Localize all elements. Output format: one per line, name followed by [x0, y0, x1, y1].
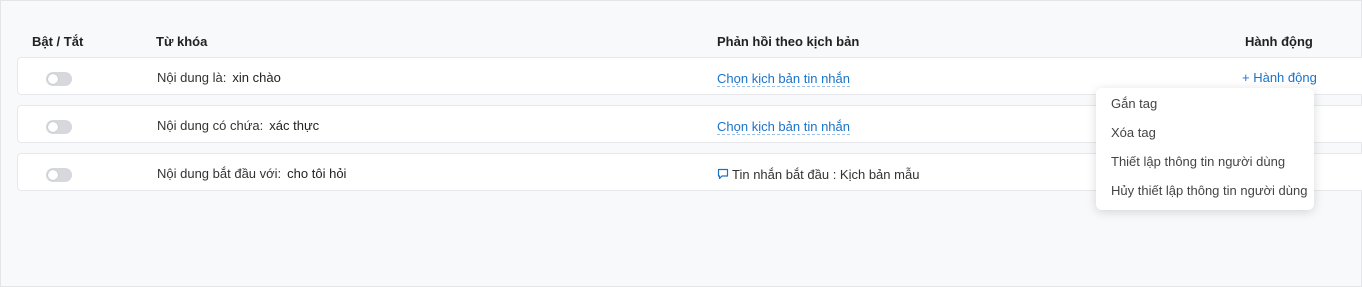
chat-bubble-icon — [717, 168, 729, 183]
table-header: Bật / Tắt Từ khóa Phản hồi theo kịch bản… — [1, 34, 1361, 50]
menu-item-add-tag[interactable]: Gắn tag — [1096, 93, 1314, 122]
header-toggle: Bật / Tắt — [32, 34, 84, 49]
menu-item-remove-tag[interactable]: Xóa tag — [1096, 122, 1314, 151]
keyword-cell: Nội dung là: xin chào — [157, 70, 281, 85]
header-action: Hành động — [1245, 34, 1313, 49]
header-keyword: Từ khóa — [156, 34, 208, 49]
enable-toggle[interactable] — [46, 168, 72, 182]
response-cell: Chọn kịch bản tin nhắn — [717, 71, 850, 87]
menu-item-set-user-info[interactable]: Thiết lập thông tin người dùng — [1096, 151, 1314, 180]
response-text[interactable]: Tin nhắn bắt đầu : Kịch bản mẫu — [732, 167, 919, 182]
choose-script-link[interactable]: Chọn kịch bản tin nhắn — [717, 71, 850, 87]
response-cell: Chọn kịch bản tin nhắn — [717, 119, 850, 135]
header-response: Phản hồi theo kịch bản — [717, 34, 860, 49]
enable-toggle[interactable] — [46, 120, 72, 134]
keyword-label: Nội dung là: — [157, 70, 227, 85]
add-action-button[interactable]: + Hành động — [1242, 70, 1317, 85]
choose-script-link[interactable]: Chọn kịch bản tin nhắn — [717, 119, 850, 135]
enable-toggle[interactable] — [46, 72, 72, 86]
keyword-value: xác thực — [269, 118, 320, 133]
keyword-cell: Nội dung bắt đầu với: cho tôi hỏi — [157, 166, 346, 181]
keyword-label: Nội dung có chứa: — [157, 118, 264, 133]
keyword-cell: Nội dung có chứa: xác thực — [157, 118, 319, 133]
keyword-value: xin chào — [232, 70, 281, 85]
keyword-label: Nội dung bắt đầu với: — [157, 166, 282, 181]
menu-item-unset-user-info[interactable]: Hủy thiết lập thông tin người dùng — [1096, 180, 1314, 209]
keyword-value: cho tôi hỏi — [287, 166, 347, 181]
action-dropdown-menu: Gắn tag Xóa tag Thiết lập thông tin ngườ… — [1096, 88, 1314, 210]
response-cell: Tin nhắn bắt đầu : Kịch bản mẫu — [717, 167, 919, 183]
